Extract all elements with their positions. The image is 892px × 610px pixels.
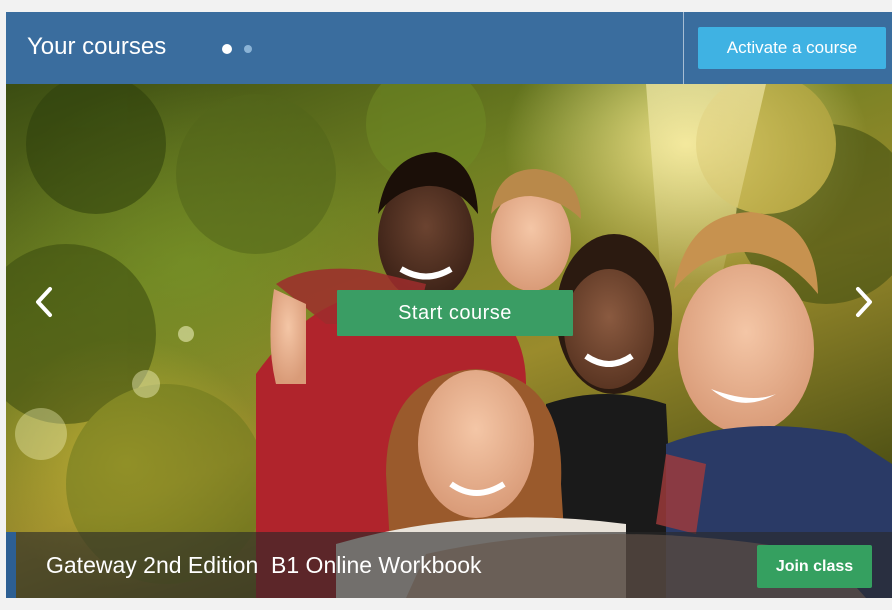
join-class-button[interactable]: Join class: [757, 545, 872, 588]
carousel-dot-active[interactable]: [222, 44, 232, 54]
course-carousel-slide: Start course Gateway 2nd Edition B1 Onli…: [6, 84, 892, 598]
courses-header: Your courses Activate a course: [6, 12, 892, 84]
header-title: Your courses: [27, 33, 167, 60]
header-divider: [683, 12, 684, 84]
chevron-right-icon: [856, 287, 872, 317]
carousel-prev-arrow[interactable]: [24, 282, 64, 322]
carousel-dot-inactive[interactable]: [244, 45, 252, 53]
activate-course-button[interactable]: Activate a course: [698, 27, 886, 69]
course-title: Gateway 2nd Edition B1 Online Workbook: [46, 552, 482, 578]
carousel-next-arrow[interactable]: [844, 282, 884, 322]
course-info-bar: Gateway 2nd Edition B1 Online Workbook J…: [6, 532, 892, 598]
start-course-button[interactable]: Start course: [337, 290, 573, 336]
footer-accent-strip: [6, 532, 16, 598]
students-selfie-photo: [6, 84, 892, 598]
courses-widget: Your courses Activate a course Start cou…: [6, 12, 892, 598]
chevron-left-icon: [36, 287, 52, 317]
